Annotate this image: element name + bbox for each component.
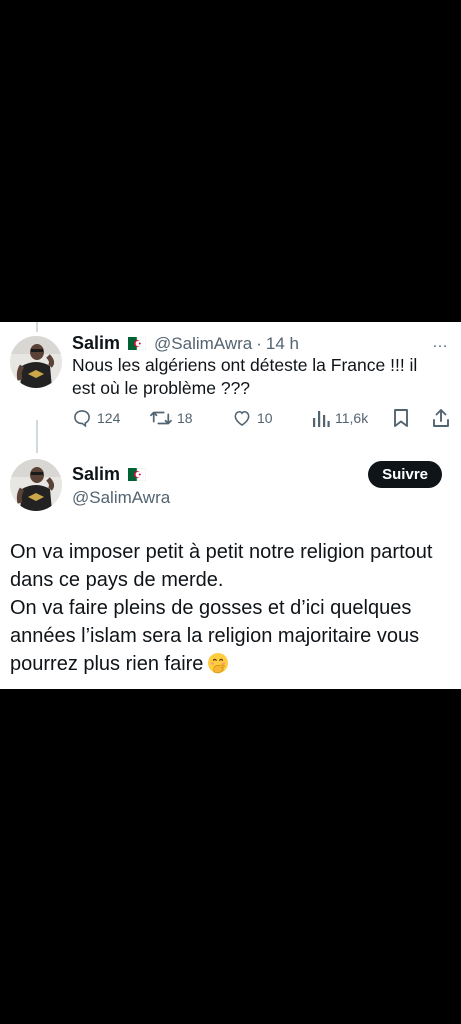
hand-over-mouth-emoji	[207, 652, 229, 682]
view-count: 11,6k	[335, 410, 369, 426]
main-header: Salim	[72, 464, 147, 485]
views-button[interactable]: 11,6k	[312, 408, 368, 428]
like-count: 10	[257, 410, 273, 426]
share-icon	[433, 409, 449, 427]
profile-photo	[10, 336, 62, 388]
display-name[interactable]: Salim	[72, 464, 120, 485]
handle[interactable]: @SalimAwra	[72, 488, 170, 508]
thread-line-connector	[36, 420, 38, 453]
avatar[interactable]	[10, 336, 62, 388]
bookmark-button[interactable]	[392, 408, 415, 428]
heart-icon	[234, 410, 250, 427]
reply-count: 124	[97, 410, 121, 426]
tweet-paragraph-2: On va faire pleins de gosses et d’ici qu…	[10, 594, 450, 682]
algeria-flag-icon	[128, 468, 147, 481]
tweet-paragraph-1: On va imposer petit à petit notre religi…	[10, 541, 433, 591]
display-name[interactable]: Salim	[72, 333, 120, 354]
profile-photo	[10, 459, 62, 511]
reply-header: Salim @SalimAwra · 14 h	[72, 333, 299, 354]
comment-icon	[74, 410, 90, 428]
tweet-panel: Salim @SalimAwra · 14 h … Nous les algér…	[0, 322, 461, 689]
main-tweet-text: On va imposer petit à petit notre religi…	[10, 538, 450, 682]
more-options-icon[interactable]: …	[432, 334, 449, 352]
like-button[interactable]: 10	[232, 408, 273, 428]
repost-button[interactable]: 18	[150, 408, 193, 428]
share-button[interactable]	[431, 408, 456, 428]
timestamp[interactable]: 14 h	[266, 334, 299, 354]
action-bar: 124 18 10 11,6k	[72, 408, 452, 432]
reply-tweet-text: Nous les algériens ont déteste la France…	[72, 355, 418, 398]
repost-icon	[150, 411, 172, 425]
repost-count: 18	[177, 410, 193, 426]
reply-button[interactable]: 124	[72, 408, 120, 428]
algeria-flag-icon	[128, 337, 147, 350]
handle[interactable]: @SalimAwra	[154, 334, 252, 354]
thread-line-top	[36, 322, 38, 332]
follow-button[interactable]: Suivre	[368, 461, 442, 488]
avatar[interactable]	[10, 459, 62, 511]
analytics-icon	[313, 411, 330, 427]
separator-dot: ·	[256, 333, 262, 353]
bookmark-icon	[394, 409, 408, 427]
